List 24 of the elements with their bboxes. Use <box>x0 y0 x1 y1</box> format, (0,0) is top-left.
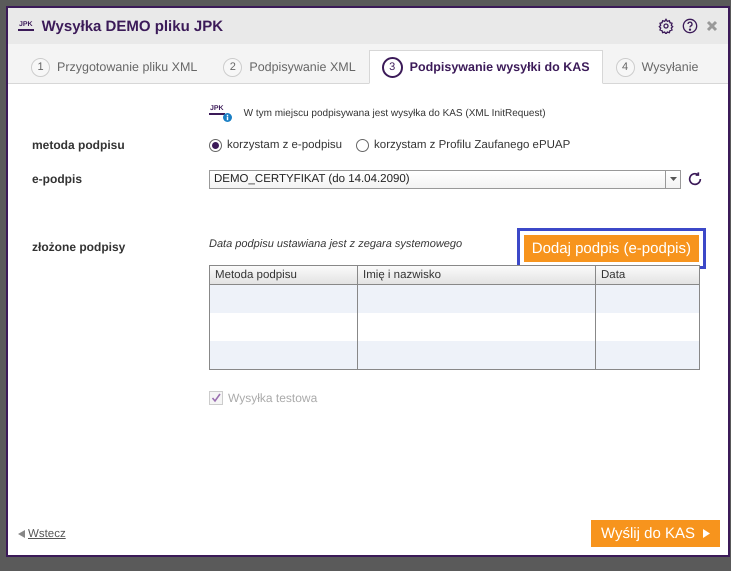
check-icon <box>211 393 221 403</box>
note-text: Data podpisu ustawiana jest z zegara systemowego <box>209 238 462 250</box>
field-label: złożone podpisy <box>32 240 126 254</box>
step-tab[interactable]: 2 Podpisywanie XML <box>210 50 369 84</box>
step-tab[interactable]: 3 Podpisywanie wysyłki do KAS <box>368 50 603 84</box>
column-header: Imię i nazwisko <box>358 266 596 285</box>
field-label: e-podpis <box>32 172 83 186</box>
settings-icon[interactable] <box>658 18 674 34</box>
column-header: Data <box>596 266 699 285</box>
caret-icon[interactable] <box>670 177 676 181</box>
column-header: Metoda podpisu <box>210 266 358 285</box>
radio-option[interactable]: korzystam z Profilu Zaufanego ePUAP <box>356 138 570 152</box>
left-arrow-icon <box>18 530 25 538</box>
step-tab[interactable]: 4 Wysyłanie <box>602 50 712 84</box>
refresh-icon[interactable] <box>687 171 703 187</box>
help-icon[interactable] <box>682 18 698 34</box>
radio-option[interactable]: korzystam z e-podpisu <box>209 138 342 152</box>
back-link[interactable]: Wstecz <box>18 528 66 540</box>
certificate-select[interactable]: DEMO_CERTYFIKAT (do 14.04.2090) <box>209 170 681 188</box>
step-tab[interactable]: 1 Przygotowanie pliku XML <box>18 50 210 84</box>
window-title: Wysyłka DEMO pliku JPK <box>42 18 224 34</box>
right-arrow-icon <box>703 529 710 538</box>
info-text: W tym miejscu podpisywana jest wysyłka do KAS (XML InitRequest) <box>244 108 546 118</box>
field-label: metoda podpisu <box>32 138 126 152</box>
